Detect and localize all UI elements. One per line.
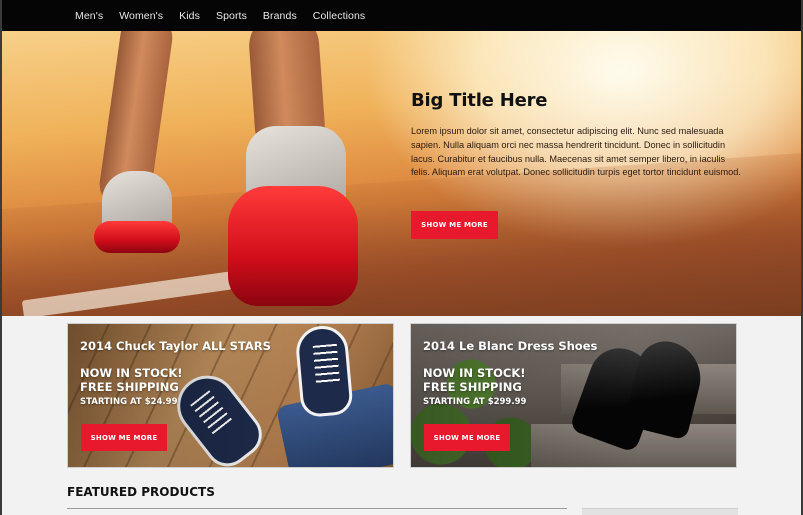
promo-stock-line: NOW IN STOCK! [80, 366, 183, 380]
hero-banner: Big Title Here Lorem ipsum dolor sit ame… [2, 31, 801, 316]
promo-shipping-line: FREE SHIPPING [423, 379, 522, 394]
promo-title: 2014 Chuck Taylor ALL STARS [80, 339, 271, 353]
promo-stock-text: NOW IN STOCK! FREE SHIPPING [423, 366, 526, 394]
hero-body-text: Lorem ipsum dolor sit amet, consectetur … [411, 126, 741, 178]
nav-link-womens[interactable]: Women's [119, 10, 163, 22]
hero-show-more-button[interactable]: SHOW ME MORE [411, 211, 498, 239]
promo-card-le-blanc[interactable]: 2014 Le Blanc Dress Shoes NOW IN STOCK! … [410, 323, 737, 468]
promo-price: STARTING AT $299.99 [423, 397, 527, 407]
nav-link-kids[interactable]: Kids [179, 10, 200, 22]
top-navigation: Men's Women's Kids Sports Brands Collect… [2, 0, 801, 31]
featured-divider [67, 508, 567, 509]
hero-copy: Big Title Here Lorem ipsum dolor sit ame… [411, 90, 746, 180]
promo-price: STARTING AT $24.99 [80, 397, 178, 407]
hero-title: Big Title Here [411, 90, 548, 111]
featured-sidebar-panel [582, 508, 738, 515]
nav-link-brands[interactable]: Brands [263, 10, 297, 22]
nav-link-collections[interactable]: Collections [313, 10, 365, 22]
promo-title: 2014 Le Blanc Dress Shoes [423, 339, 598, 353]
nav-link-mens[interactable]: Men's [75, 10, 103, 22]
hero-running-shoe-right [224, 126, 364, 316]
promo-show-more-button[interactable]: SHOW ME MORE [81, 424, 167, 451]
featured-products-heading: FEATURED PRODUCTS [67, 485, 215, 499]
nav-link-sports[interactable]: Sports [216, 10, 247, 22]
promo-stock-line: NOW IN STOCK! [423, 366, 526, 380]
hero-running-shoe-left [94, 171, 184, 261]
promo-stock-text: NOW IN STOCK! FREE SHIPPING [80, 366, 183, 394]
promo-show-more-button[interactable]: SHOW ME MORE [424, 424, 510, 451]
promo-shipping-line: FREE SHIPPING [80, 379, 179, 394]
promo-card-chuck-taylor[interactable]: 2014 Chuck Taylor ALL STARS NOW IN STOCK… [67, 323, 394, 468]
